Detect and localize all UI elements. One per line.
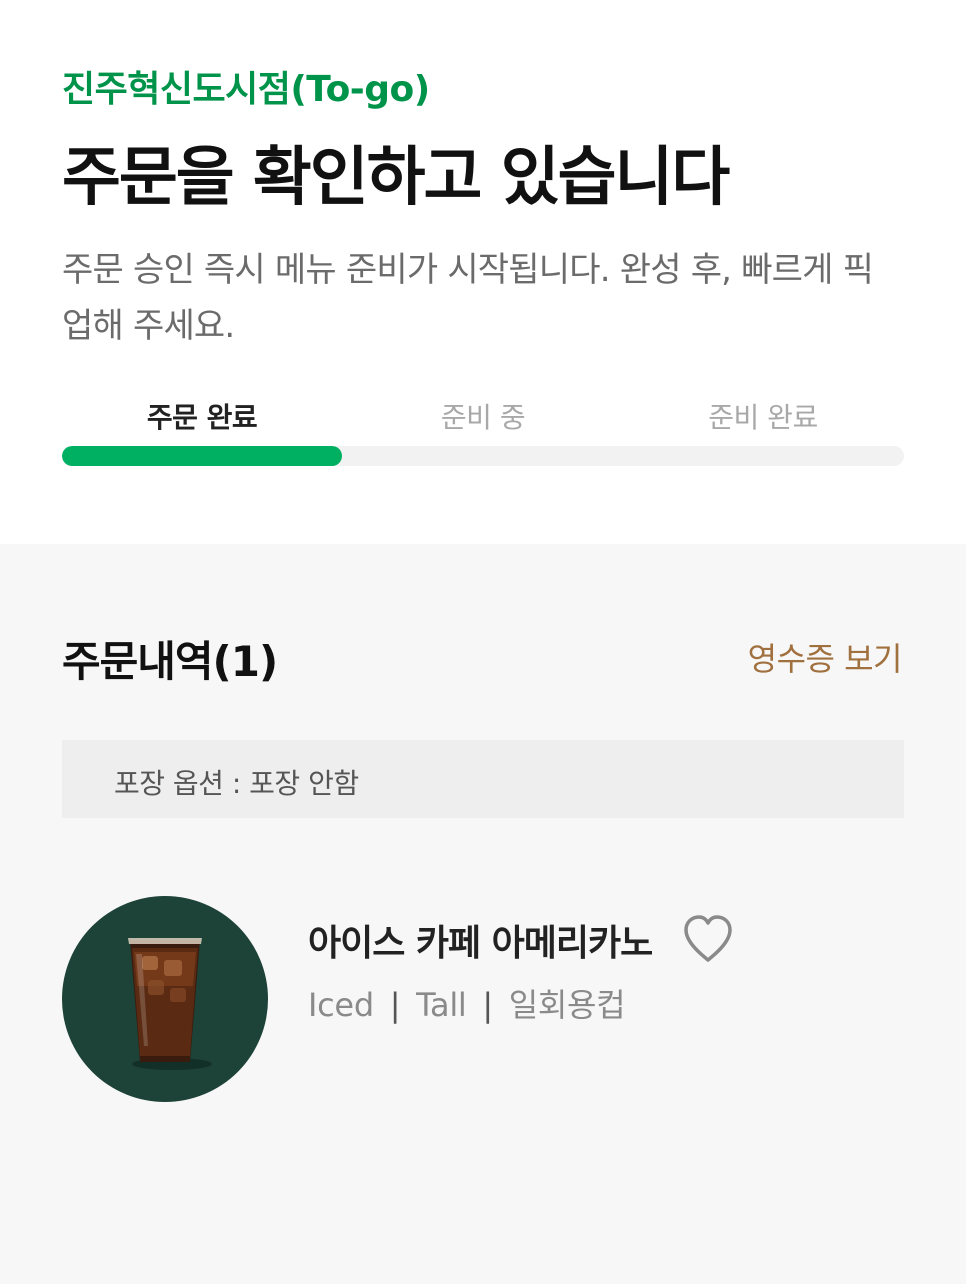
progress-steps: 주문 완료 준비 중 준비 완료 (62, 396, 904, 440)
step-ready: 준비 완료 (708, 401, 818, 434)
drink-image (128, 938, 212, 1070)
order-status-panel: 진주혁신도시점(To-go) 주문을 확인하고 있습니다 주문 승인 즉시 메뉴… (0, 0, 966, 544)
view-receipt-link[interactable]: 영수증 보기 (748, 634, 903, 680)
page-title: 주문을 확인하고 있습니다 (62, 141, 730, 215)
store-name: 진주혁신도시점(To-go) (62, 69, 430, 110)
packaging-option-text: 포장 옵션 : 포장 안함 (114, 767, 359, 800)
step-order-complete: 주문 완료 (146, 401, 258, 434)
step-preparing: 준비 중 (440, 401, 526, 434)
item-name: 아이스 카페 아메리카노 (308, 923, 653, 964)
option-size: Tall (416, 986, 467, 1024)
item-options: Iced | Tall | 일회용컵 (308, 980, 626, 1026)
option-separator: | (482, 986, 493, 1024)
option-temperature: Iced (308, 986, 374, 1024)
option-cup: 일회용컵 (508, 986, 626, 1024)
progress-track (62, 446, 904, 466)
option-separator: | (389, 986, 401, 1024)
iced-americano-cup-icon (62, 896, 268, 1102)
packaging-option-box: 포장 옵션 : 포장 안함 (62, 740, 904, 818)
order-history-title: 주문내역(1) (62, 637, 278, 686)
progress-fill (62, 446, 343, 466)
status-description: 주문 승인 즉시 메뉴 준비가 시작됩니다. 완성 후, 빠르게 픽업해 주세요… (62, 250, 874, 346)
heart-outline-icon[interactable] (682, 914, 734, 964)
